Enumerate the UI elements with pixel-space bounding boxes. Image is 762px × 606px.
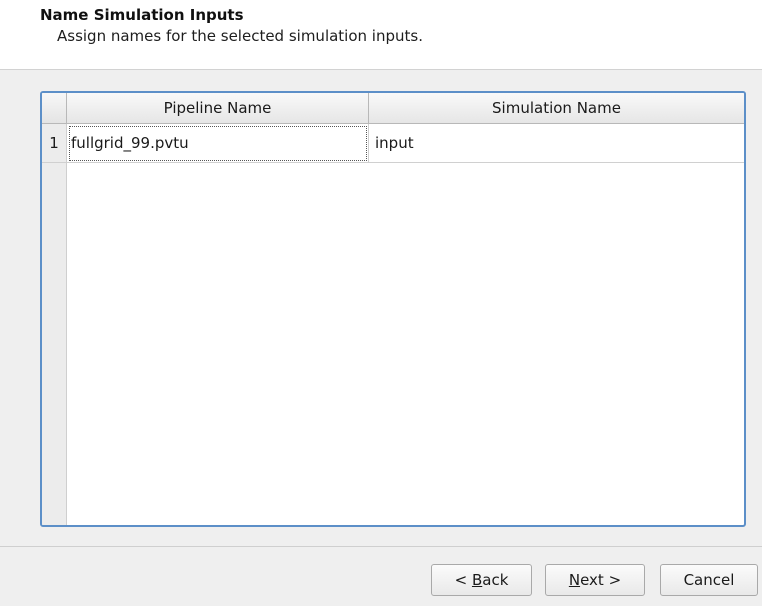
back-button-prefix: < [454, 571, 472, 589]
column-header-pipeline-name[interactable]: Pipeline Name [67, 93, 369, 124]
pipeline-name-cell[interactable]: fullgrid_99.pvtu [67, 124, 369, 163]
next-button[interactable]: Next > [545, 564, 645, 596]
page-title: Name Simulation Inputs [40, 6, 244, 24]
next-button-label: ext > [580, 571, 622, 589]
wizard-header: Name Simulation Inputs Assign names for … [0, 0, 762, 70]
page-subtitle: Assign names for the selected simulation… [57, 27, 423, 45]
back-button[interactable]: < Back [431, 564, 532, 596]
simulation-inputs-table[interactable]: Pipeline Name Simulation Name 1 fullgrid… [40, 91, 746, 527]
back-button-mnemonic: B [471, 571, 483, 589]
simulation-name-cell[interactable]: input [369, 124, 744, 163]
next-button-mnemonic: N [568, 571, 581, 589]
table-corner-button[interactable] [42, 93, 67, 124]
cancel-button[interactable]: Cancel [660, 564, 758, 596]
row-header[interactable]: 1 [42, 124, 67, 163]
column-header-simulation-name[interactable]: Simulation Name [369, 93, 744, 124]
back-button-label: ack [482, 571, 509, 589]
button-bar: < Back Next > Cancel [0, 546, 762, 606]
